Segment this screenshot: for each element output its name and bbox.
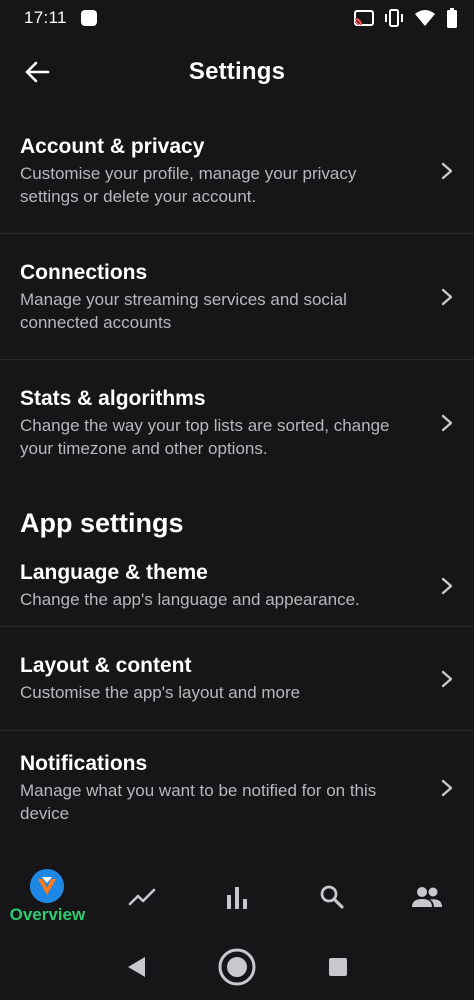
nav-charts[interactable] xyxy=(190,862,285,932)
row-subtitle-line: settings or delete your account. xyxy=(20,186,257,206)
screen: 17:11 Settings Account & privacy Customi… xyxy=(0,0,474,1000)
cast-icon xyxy=(354,10,374,26)
row-title: Account & privacy xyxy=(20,134,205,158)
row-subtitle-line: Manage what you want to be notified for … xyxy=(20,781,377,800)
back-button[interactable] xyxy=(20,55,54,89)
row-subtitle-line: Manage your streaming services and socia… xyxy=(20,289,347,309)
system-home-icon[interactable] xyxy=(217,947,257,987)
row-subtitle-line: device xyxy=(20,804,70,823)
app-bar: Settings xyxy=(0,36,474,108)
status-icons xyxy=(354,8,458,28)
chevron-right-icon xyxy=(441,288,453,305)
vibrate-icon xyxy=(385,9,403,27)
nav-friends[interactable] xyxy=(379,862,474,932)
section-title-app-settings: App settings xyxy=(20,508,184,538)
chevron-right-icon xyxy=(441,670,453,687)
status-bar: 17:11 xyxy=(0,0,474,36)
setting-stats-algorithms[interactable]: Stats & algorithms Change the way your t… xyxy=(0,360,474,486)
avatar xyxy=(30,869,65,903)
system-recents-icon[interactable] xyxy=(327,956,349,978)
setting-layout-content[interactable]: Layout & content Customise the app's lay… xyxy=(0,627,474,731)
row-text: Connections Manage your streaming servic… xyxy=(20,260,347,334)
battery-icon xyxy=(447,8,457,28)
row-text: Layout & content Customise the app's lay… xyxy=(20,653,300,704)
nav-overview[interactable]: Overview xyxy=(0,862,95,932)
row-subtitle-line: Change the way your top lists are sorted… xyxy=(20,416,390,435)
nav-label-overview: Overview xyxy=(9,905,86,924)
people-icon xyxy=(411,887,442,907)
row-text: Account & privacy Customise your profile… xyxy=(20,134,356,208)
bottom-nav: Overview xyxy=(0,862,474,932)
avatar-image xyxy=(30,869,65,903)
setting-connections[interactable]: Connections Manage your streaming servic… xyxy=(0,234,474,360)
status-time: 17:11 xyxy=(24,8,67,27)
row-subtitle: Customise the app's layout and more xyxy=(20,683,301,702)
nav-search[interactable] xyxy=(284,862,379,932)
row-subtitle-line: connected accounts xyxy=(20,312,172,332)
arrow-left-icon xyxy=(25,61,50,83)
row-text: Notifications Manage what you want to be… xyxy=(20,751,376,825)
chevron-right-icon xyxy=(441,577,453,594)
search-icon xyxy=(320,885,344,909)
row-title: Connections xyxy=(20,260,148,284)
row-title: Notifications xyxy=(20,752,148,775)
nav-trending[interactable] xyxy=(95,862,190,932)
setting-account-privacy[interactable]: Account & privacy Customise your profile… xyxy=(0,108,474,234)
row-title: Stats & algorithms xyxy=(20,387,206,410)
row-subtitle-line: Customise your profile, manage your priv… xyxy=(20,163,357,183)
row-subtitle-line: your timezone and other options. xyxy=(20,439,268,458)
row-subtitle: Change the app's language and appearance… xyxy=(20,590,360,609)
page-title: Settings xyxy=(188,58,286,85)
row-title: Layout & content xyxy=(20,654,192,677)
row-text: Stats & algorithms Change the way your t… xyxy=(20,386,390,460)
setting-language-theme[interactable]: Language & theme Change the app's langua… xyxy=(0,545,474,627)
settings-list: Account & privacy Customise your profile… xyxy=(0,108,474,845)
notification-icon xyxy=(80,10,97,26)
setting-notifications[interactable]: Notifications Manage what you want to be… xyxy=(0,731,474,845)
chevron-right-icon xyxy=(441,414,453,432)
row-subtitle: Change the way your top lists are sorted… xyxy=(20,414,390,460)
system-nav-bar xyxy=(0,934,474,1000)
row-title: Language & theme xyxy=(20,561,208,584)
chevron-right-icon xyxy=(441,162,453,179)
row-subtitle: Customise your profile, manage your priv… xyxy=(20,162,356,208)
row-text: Language & theme Change the app's langua… xyxy=(20,560,360,611)
bar-chart-icon xyxy=(226,887,247,909)
wifi-icon xyxy=(415,10,435,26)
row-subtitle: Manage your streaming services and socia… xyxy=(20,288,347,334)
row-subtitle: Manage what you want to be notified for … xyxy=(20,779,376,825)
system-back-icon[interactable] xyxy=(125,955,147,979)
chevron-right-icon xyxy=(441,779,453,797)
trending-icon xyxy=(128,888,156,906)
